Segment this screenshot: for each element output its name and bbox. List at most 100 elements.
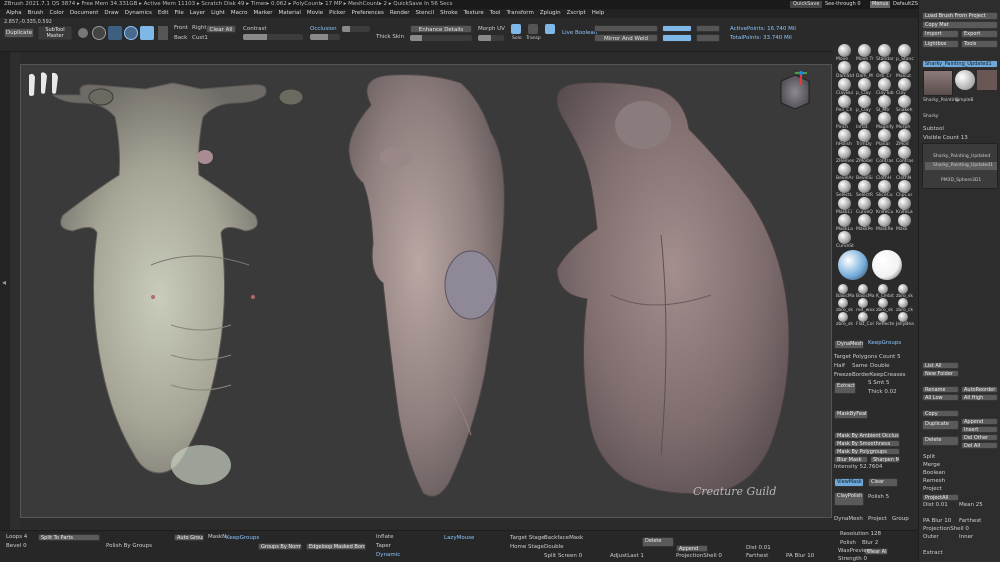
dynamic-toggle[interactable]: Dynamic	[376, 552, 400, 558]
sdiv-button[interactable]	[662, 25, 692, 32]
menu-help[interactable]: Help	[592, 9, 605, 18]
material-thumbnail-icon[interactable]	[898, 284, 908, 294]
auto-groups-button[interactable]: Auto Groups	[174, 534, 204, 541]
material-thumbnail-icon[interactable]	[838, 312, 848, 322]
mask-ambient-occlusion-button[interactable]: Mask By Ambient Occlusion	[834, 432, 900, 439]
quicksave-button[interactable]: QuickSave	[790, 1, 823, 8]
rename-button[interactable]: Rename	[922, 386, 959, 393]
mirror-and-weld-button[interactable]: Mirror And Weld	[594, 34, 658, 42]
tool-thumbnail[interactable]	[923, 70, 953, 96]
pa-blur-bottom-slider[interactable]: PA Blur 10	[786, 553, 814, 559]
edit-icon[interactable]	[78, 28, 88, 38]
subtool-master-button[interactable]: SubTool Master	[38, 26, 72, 40]
brush-p-stanc-icon[interactable]	[898, 44, 911, 57]
target-polygons-slider[interactable]: Target Polygons Count 5	[834, 354, 901, 360]
group-toggle[interactable]: Group	[892, 516, 909, 522]
brush-magnify-icon[interactable]	[878, 112, 891, 125]
all-low-button[interactable]: All Low	[922, 394, 959, 401]
del-lower-button[interactable]	[696, 25, 720, 32]
projection-shell-bottom-slider[interactable]: ProjectionShell 0	[676, 553, 722, 559]
taper-slider[interactable]: Taper	[376, 543, 391, 549]
outer-toggle[interactable]: Outer	[923, 534, 939, 540]
brush-move-icon[interactable]	[838, 44, 851, 57]
intensity-slider[interactable]: Intensity 52.7604	[834, 464, 882, 470]
copy-mat-button[interactable]: Copy Mat	[922, 21, 998, 29]
brush-trimdy-icon[interactable]	[858, 129, 871, 142]
brush-hpolish-icon[interactable]	[838, 129, 851, 142]
brush-knifela-icon[interactable]	[898, 197, 911, 210]
menu-color[interactable]: Color	[50, 9, 64, 18]
material-thumbnail-icon[interactable]	[878, 298, 888, 308]
brush-dam-m-icon[interactable]	[858, 61, 871, 74]
brush-si-mtr-icon[interactable]	[878, 95, 891, 108]
sharpen-mask-button[interactable]: Sharpen Mask	[870, 456, 900, 463]
subtool-item[interactable]: Sharky_Painting_Updated1	[933, 163, 993, 168]
menu-document[interactable]: Document	[70, 9, 99, 18]
brush-p-clay-icon[interactable]	[858, 78, 871, 91]
brush-standar-icon[interactable]	[878, 44, 891, 57]
adjust-last-slider[interactable]: AdjustLast 1	[610, 553, 644, 559]
brush-claytub-icon[interactable]	[878, 78, 891, 91]
menu-brush[interactable]: Brush	[28, 9, 44, 18]
brush-clipcur-icon[interactable]	[898, 180, 911, 193]
view-mask-button[interactable]: ViewMask	[834, 478, 864, 487]
subtool-header[interactable]: Subtool	[923, 126, 944, 132]
delete-bottom-button[interactable]: Delete	[642, 537, 674, 547]
remesh-menu[interactable]: Remesh	[923, 478, 945, 484]
sculpt-render[interactable]	[21, 65, 833, 519]
draw-icon[interactable]	[92, 26, 106, 40]
copy-subtool-button[interactable]: Copy	[922, 410, 959, 417]
boolean-menu[interactable]: Boolean	[923, 470, 945, 476]
split-screen-slider[interactable]: Split Screen 0	[544, 553, 582, 559]
brush-claybui-icon[interactable]	[838, 78, 851, 91]
dist-slider[interactable]: Dist 0.01	[923, 502, 948, 508]
live-boolean-button[interactable]: Live Boolean	[562, 30, 597, 36]
seethrough-slider[interactable]: See-through 0	[825, 1, 861, 8]
stroke-slot-button[interactable]	[662, 34, 692, 42]
clear-all-button[interactable]: Clear All	[206, 25, 236, 33]
extract-button[interactable]: Extract	[834, 382, 856, 394]
current-tool-selector[interactable]: Sharky_Painting_Updated1	[922, 60, 998, 68]
back-view-button[interactable]: Back	[174, 35, 187, 41]
menu-material[interactable]: Material	[279, 9, 301, 18]
menu-texture[interactable]: Texture	[464, 9, 484, 18]
enhance-slider[interactable]	[410, 35, 472, 41]
brush-maskla-icon[interactable]	[838, 214, 851, 227]
mask-by-smoothness-button[interactable]: Mask By Smoothness	[834, 440, 900, 447]
material-thumbnail-icon[interactable]	[878, 312, 888, 322]
del-other-button[interactable]: Del Other	[961, 434, 998, 441]
menu-draw[interactable]: Draw	[104, 9, 118, 18]
material-sphere-icon[interactable]	[872, 250, 902, 280]
polish-bottom-label[interactable]: Polish	[840, 540, 856, 546]
thick-skin-button[interactable]: Thick Skin	[376, 34, 404, 40]
material-thumbnail-icon[interactable]	[878, 284, 888, 294]
project-toggle[interactable]: Project	[868, 516, 887, 522]
alphabrush-thumbnail[interactable]	[977, 70, 997, 90]
duplicate-button[interactable]: Duplicate	[4, 28, 34, 38]
menu-tool[interactable]: Tool	[490, 9, 501, 18]
half-button[interactable]: Half	[834, 363, 845, 369]
clear-mask-button[interactable]: Clear	[868, 478, 898, 487]
menu-zplugin[interactable]: Zplugin	[540, 9, 561, 18]
menu-macro[interactable]: Macro	[231, 9, 248, 18]
enhance-details-button[interactable]: Enhance Details	[410, 25, 472, 33]
loops-slider[interactable]: Loops 4	[6, 534, 27, 540]
mask-by-feature-button[interactable]: MaskByFeature	[834, 410, 868, 419]
brush-contras-icon[interactable]	[898, 146, 911, 159]
brush-zmodel-icon[interactable]	[858, 146, 871, 159]
del-all-button[interactable]: Del All	[961, 442, 998, 449]
s-smt-slider[interactable]: S Smt 5	[868, 380, 890, 386]
lazymouse-toggle[interactable]: LazyMouse	[444, 535, 474, 541]
tools-button[interactable]: Tools	[961, 40, 998, 48]
pa-blur-slider[interactable]: PA Blur 10	[923, 518, 951, 524]
xpose-icon[interactable]	[545, 24, 555, 34]
new-folder-button[interactable]: New Folder	[922, 370, 959, 377]
menu-dynamics[interactable]: Dynamics	[125, 9, 152, 18]
material-sphere-icon[interactable]	[838, 250, 868, 280]
visible-count-slider[interactable]: Visible Count 13	[923, 135, 968, 141]
freeze-border-toggle[interactable]: FreezeBorder	[834, 372, 870, 378]
del-higher-button[interactable]	[696, 34, 720, 42]
material-thumbnail-icon[interactable]	[838, 284, 848, 294]
insert-button[interactable]: Insert	[961, 426, 998, 433]
same-button[interactable]: Same	[852, 363, 868, 369]
